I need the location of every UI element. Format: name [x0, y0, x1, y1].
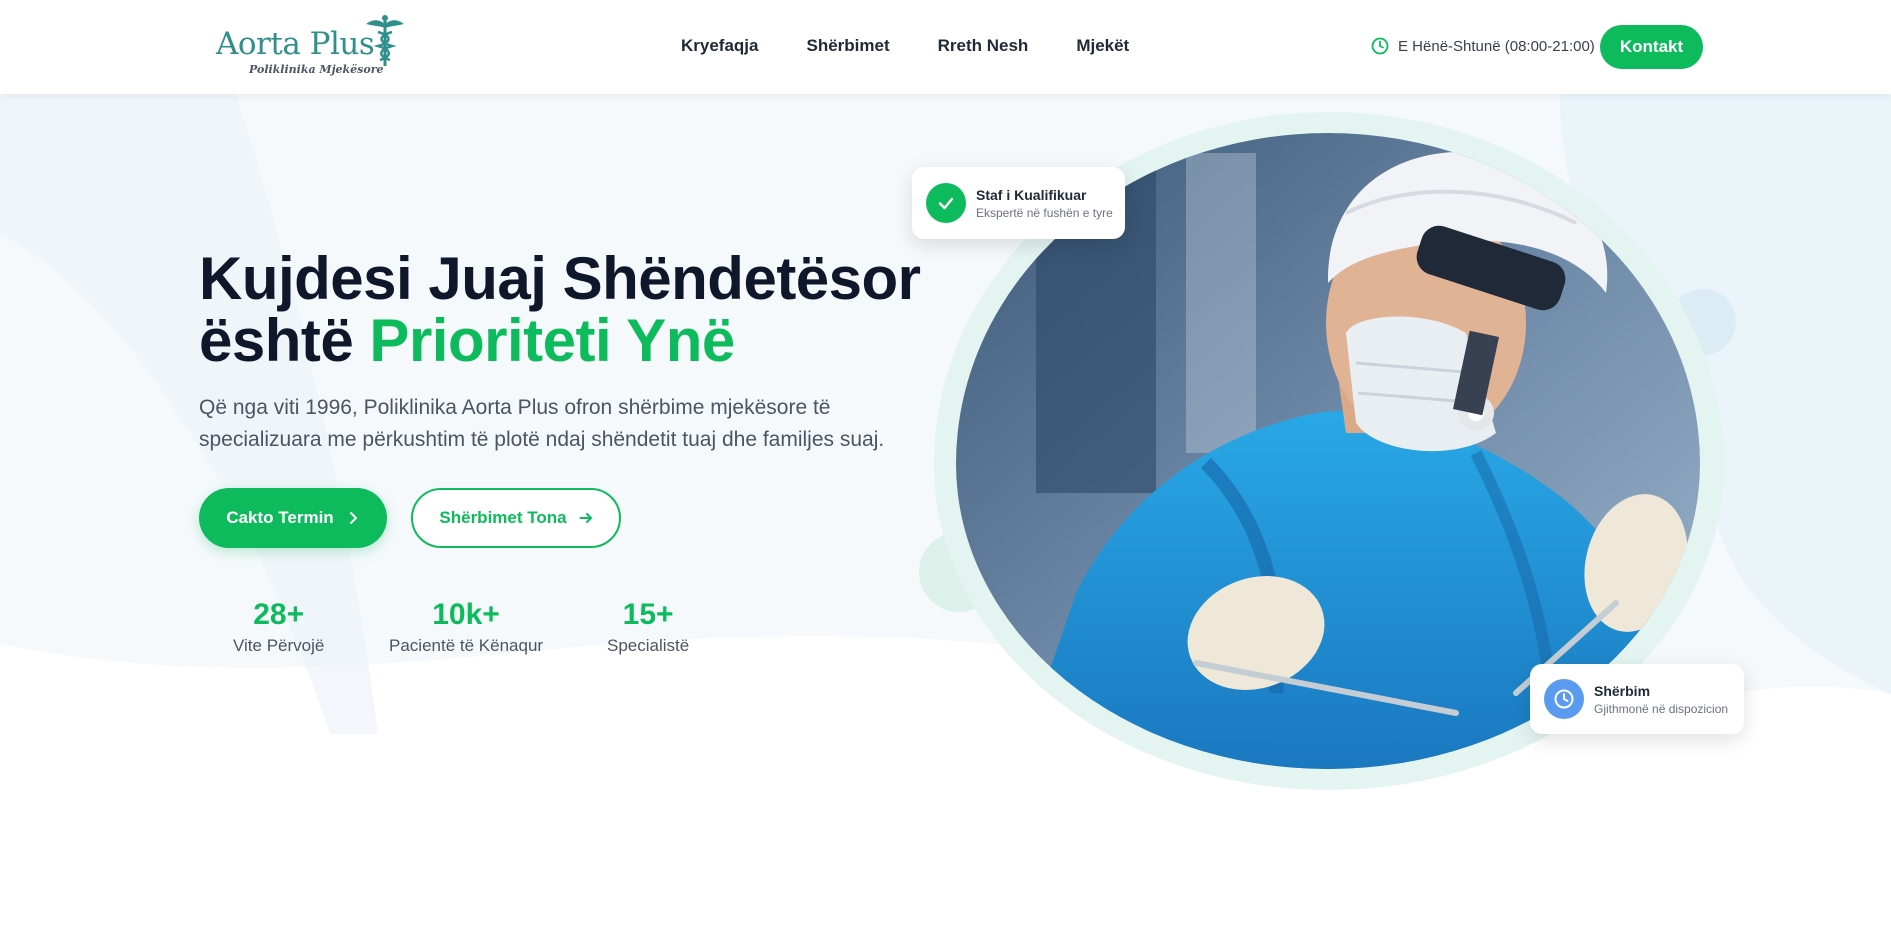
- stat-specialists: 15+ Specialistë: [607, 598, 689, 656]
- book-appointment-label: Cakto Termin: [226, 508, 334, 527]
- chevron-right-icon: [349, 512, 357, 524]
- card-title: Staf i Kualifikuar: [976, 186, 1087, 203]
- our-services-label: Shërbimet Tona: [439, 508, 567, 527]
- card-subtitle: Gjithmonë në dispozicion: [1594, 701, 1729, 716]
- contact-button[interactable]: Kontakt: [1600, 25, 1703, 69]
- opening-hours: E Hënë-Shtunë (08:00-21:00): [1371, 37, 1595, 55]
- book-appointment-button[interactable]: Cakto Termin: [199, 488, 387, 548]
- nav-item-services[interactable]: Shërbimet: [806, 36, 889, 56]
- hero-description: Që nga viti 1996, Poliklinika Aorta Plus…: [199, 396, 885, 451]
- clock-icon: [1544, 679, 1584, 719]
- site-header: Aorta Plus Poliklinika Mjekësore Kryefaq…: [0, 0, 1891, 94]
- check-icon: [926, 183, 966, 223]
- clock-icon: [1371, 37, 1389, 55]
- qualified-staff-card: Staf i Kualifikuar Ekspertë në fushën e …: [912, 167, 1125, 239]
- caduceus-icon: [366, 15, 404, 66]
- service-card: Shërbim Gjithmonë në dispozicion: [1530, 664, 1744, 734]
- stat-value: 10k+: [432, 598, 500, 631]
- arrow-right-icon: [579, 513, 592, 523]
- hero-title: Kujdesi Juaj Shëndetësor është Prioritet…: [199, 248, 921, 372]
- main-nav: Kryefaqja Shërbimet Rreth Nesh Mjekët: [681, 36, 1129, 56]
- hero-title-line1: Kujdesi Juaj Shëndetësor: [199, 245, 921, 312]
- logo-text: Aorta Plus: [216, 26, 375, 62]
- stat-value: 28+: [253, 598, 305, 631]
- stat-label: Vite Përvojë: [233, 636, 325, 655]
- card-subtitle: Ekspertë në fushën e tyre: [976, 205, 1113, 220]
- card-title: Shërbim: [1594, 682, 1651, 699]
- nav-item-home[interactable]: Kryefaqja: [681, 36, 758, 56]
- stat-value: 15+: [622, 598, 674, 631]
- stat-patients: 10k+ Pacientë të Kënaqur: [389, 598, 543, 656]
- hours-text: E Hënë-Shtunë (08:00-21:00): [1398, 37, 1595, 55]
- logo[interactable]: Aorta Plus Poliklinika Mjekësore: [216, 14, 416, 80]
- nav-item-about[interactable]: Rreth Nesh: [938, 36, 1029, 56]
- stat-label: Specialistë: [607, 636, 690, 655]
- hero-title-accent: Prioriteti Ynë: [369, 307, 735, 374]
- stat-experience: 28+ Vite Përvojë: [233, 598, 324, 656]
- hero-title-prefix: është: [199, 307, 354, 374]
- stat-label: Pacientë të Kënaqur: [389, 636, 544, 655]
- nav-item-doctors[interactable]: Mjekët: [1076, 36, 1129, 56]
- our-services-button[interactable]: Shërbimet Tona: [411, 488, 621, 548]
